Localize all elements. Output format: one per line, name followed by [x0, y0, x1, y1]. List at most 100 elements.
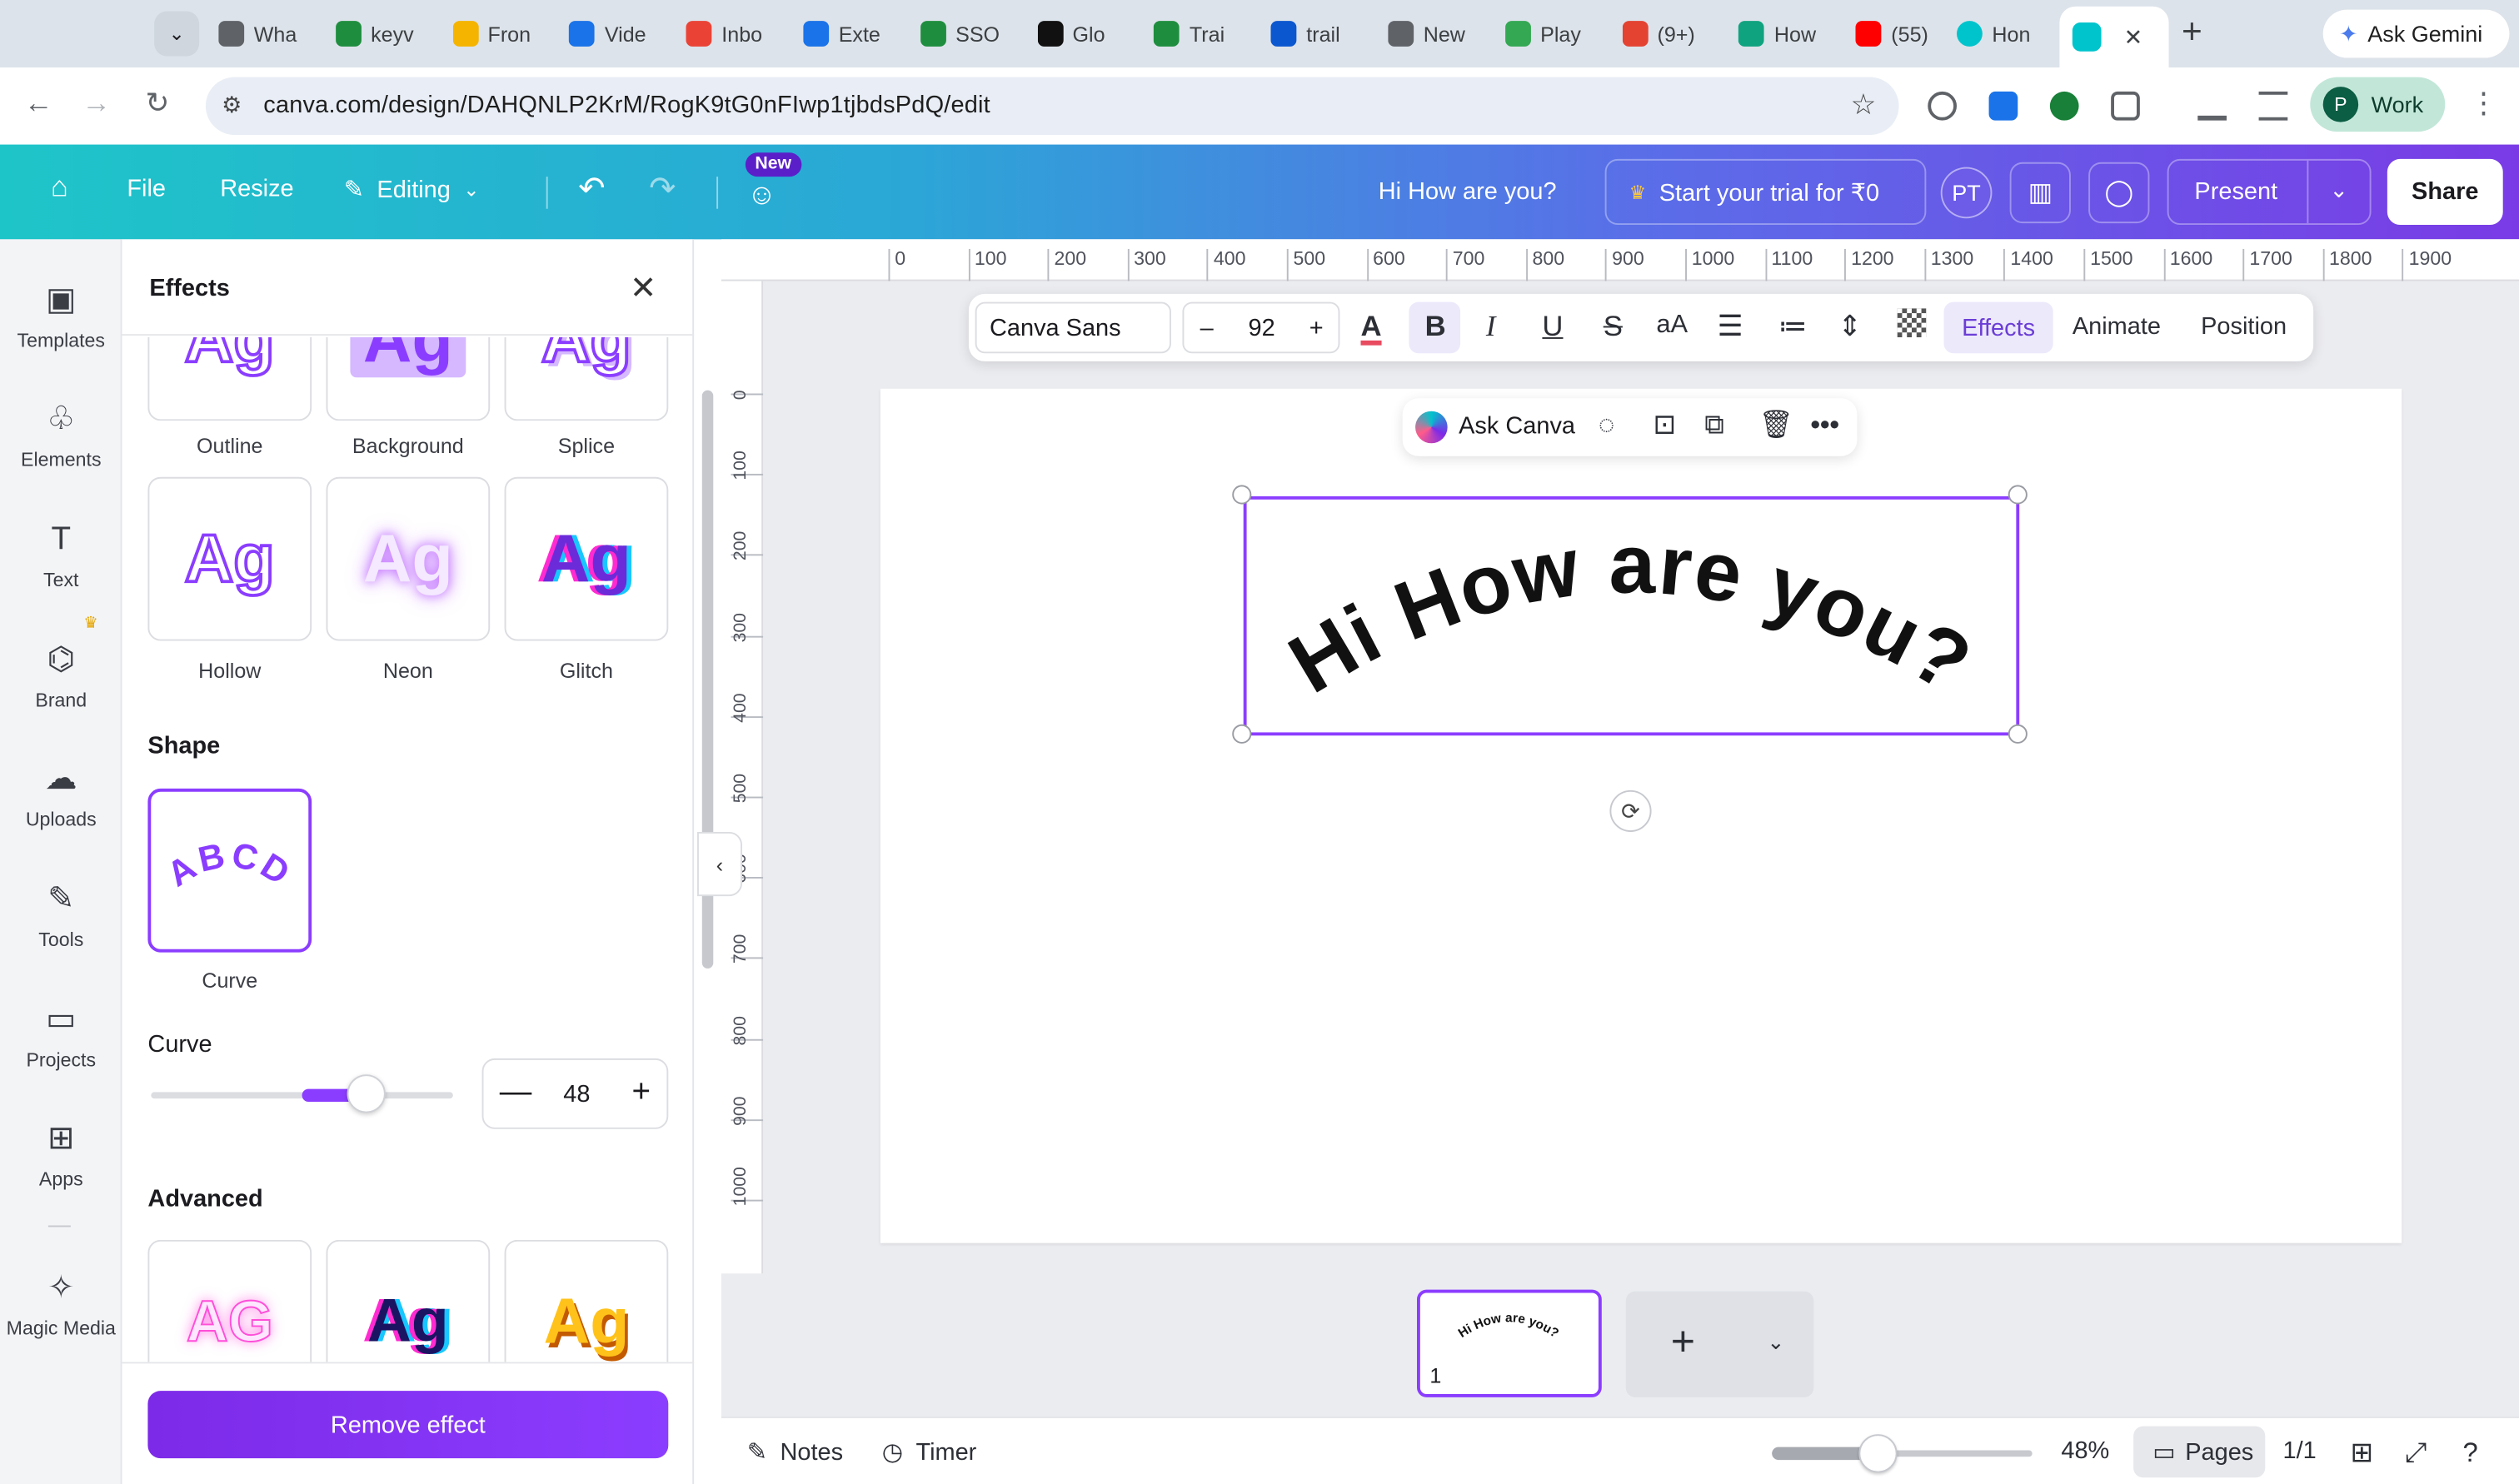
- fullscreen-button[interactable]: ⤢: [2405, 1437, 2427, 1470]
- curve-increment-button[interactable]: +: [632, 1076, 651, 1108]
- effect-neon-card[interactable]: Ag: [326, 476, 491, 641]
- back-button[interactable]: ←: [19, 87, 57, 120]
- rail-item-tools[interactable]: ✎ Tools: [0, 880, 122, 951]
- zoom-slider-handle[interactable]: [1858, 1434, 1898, 1473]
- font-size-increase-button[interactable]: +: [1309, 315, 1324, 342]
- close-tab-icon[interactable]: ✕: [2124, 23, 2143, 51]
- effect-background-card[interactable]: Ag: [326, 336, 491, 421]
- delete-icon[interactable]: 🗑: [1759, 410, 1794, 442]
- resize-button[interactable]: Resize: [220, 175, 293, 202]
- chevron-down-icon[interactable]: ⌄: [1767, 1330, 1784, 1356]
- undo-button[interactable]: ↶: [578, 168, 605, 208]
- curve-slider-handle[interactable]: [347, 1074, 386, 1113]
- animate-button[interactable]: Animate: [2073, 313, 2161, 341]
- browser-tab[interactable]: Hon: [1956, 12, 2047, 54]
- lock-icon[interactable]: ⊡: [1653, 410, 1675, 442]
- resize-handle-top-left[interactable]: [1232, 485, 1252, 505]
- curve-value-input[interactable]: 48: [557, 1081, 596, 1108]
- canva-assistant-button[interactable]: ☺: [747, 178, 776, 212]
- present-button[interactable]: Present ⌄: [2167, 158, 2372, 225]
- browser-menu-icon[interactable]: ⋮: [2464, 87, 2502, 120]
- browser-tab[interactable]: Inbo: [686, 12, 784, 54]
- browser-tab[interactable]: Exte: [803, 12, 900, 54]
- list-button[interactable]: ≔: [1778, 308, 1808, 343]
- font-size-decrease-button[interactable]: –: [1200, 315, 1214, 342]
- extension-snowflake-icon[interactable]: [1988, 91, 2018, 121]
- forward-button[interactable]: →: [77, 87, 116, 120]
- zoom-level[interactable]: 48%: [2061, 1437, 2109, 1465]
- tab-active-canva[interactable]: ✕: [2059, 6, 2169, 67]
- resize-handle-bottom-left[interactable]: [1232, 724, 1252, 744]
- rail-item-elements[interactable]: ♧ Elements: [0, 400, 122, 471]
- pages-button[interactable]: ▭ Pages: [2133, 1426, 2266, 1478]
- ask-gemini-button[interactable]: ✦ Ask Gemini: [2322, 9, 2510, 58]
- underline-button[interactable]: U: [1542, 308, 1563, 343]
- help-button[interactable]: ?: [2462, 1437, 2477, 1470]
- browser-tab[interactable]: Wha: [218, 12, 316, 54]
- font-family-dropdown[interactable]: Canva Sans: [975, 301, 1171, 354]
- add-page-button[interactable]: + ⌄: [1625, 1291, 1814, 1397]
- advanced-neon-card[interactable]: AG: [147, 1239, 312, 1362]
- italic-button[interactable]: I: [1486, 308, 1496, 343]
- extension-green-icon[interactable]: [2049, 91, 2079, 121]
- redo-button[interactable]: ↷: [649, 168, 676, 208]
- duplicate-icon[interactable]: ⧉: [1704, 410, 1723, 442]
- browser-tab[interactable]: New: [1388, 12, 1485, 54]
- effect-outline-card[interactable]: Ag: [147, 336, 312, 421]
- file-menu-button[interactable]: File: [127, 175, 166, 202]
- browser-tab[interactable]: Glo: [1037, 12, 1135, 54]
- browser-tab[interactable]: keyv: [335, 12, 433, 54]
- rail-item-uploads[interactable]: ☁ Uploads: [0, 759, 122, 830]
- effect-hollow-card[interactable]: Ag: [147, 476, 312, 641]
- new-tab-button[interactable]: +: [2182, 13, 2202, 49]
- position-button[interactable]: Position: [2201, 313, 2287, 341]
- bold-button[interactable]: B: [1425, 308, 1446, 343]
- transparency-button[interactable]: [1897, 308, 1927, 345]
- letter-case-button[interactable]: aA: [1656, 308, 1688, 343]
- share-button[interactable]: Share: [2387, 158, 2503, 225]
- collapse-panel-button[interactable]: ‹: [696, 831, 742, 897]
- curve-decrement-button[interactable]: —: [500, 1076, 532, 1108]
- browser-tab[interactable]: How: [1738, 12, 1836, 54]
- browser-tab[interactable]: (9+): [1622, 12, 1719, 54]
- browser-tab[interactable]: Fron: [452, 12, 550, 54]
- url-text[interactable]: canva.com/design/DAHQNLP2KrM/RogK9tG0nFI…: [263, 92, 990, 119]
- timer-button[interactable]: ◷ Timer: [882, 1437, 977, 1467]
- strikethrough-button[interactable]: S: [1604, 308, 1623, 343]
- grid-view-button[interactable]: ⊞: [2350, 1437, 2372, 1470]
- home-button[interactable]: ⌂: [35, 170, 83, 215]
- browser-tab[interactable]: Vide: [569, 12, 666, 54]
- browser-tab[interactable]: trail: [1270, 12, 1369, 54]
- rail-item-text[interactable]: T Text: [0, 520, 122, 591]
- advanced-glitch-card[interactable]: Ag: [326, 1239, 491, 1362]
- resize-handle-bottom-right[interactable]: [2008, 724, 2028, 744]
- user-avatar[interactable]: PT: [1940, 167, 1993, 219]
- rail-item-brand[interactable]: ⌬ Brand: [0, 640, 122, 711]
- media-control-icon[interactable]: [2258, 91, 2288, 121]
- add-comment-icon[interactable]: ◌: [1599, 410, 1614, 442]
- font-size-input[interactable]: 92: [1248, 315, 1274, 342]
- ask-canva-button[interactable]: Ask Canva: [1459, 413, 1575, 441]
- editing-mode-button[interactable]: ✎ Editing ⌄: [344, 175, 480, 204]
- effect-glitch-card[interactable]: Ag: [504, 476, 669, 641]
- start-trial-button[interactable]: ♛ Start your trial for ₹0: [1604, 158, 1927, 225]
- rail-item-projects[interactable]: ▭ Projects: [0, 1000, 122, 1071]
- chevron-down-icon[interactable]: ⌄: [2329, 177, 2348, 204]
- tab-search-button[interactable]: ⌄: [154, 11, 200, 57]
- resize-handle-top-right[interactable]: [2008, 485, 2028, 505]
- browser-tab[interactable]: Play: [1504, 12, 1603, 54]
- rotate-handle[interactable]: ⟳: [1609, 789, 1652, 832]
- reload-button[interactable]: ↻: [138, 87, 177, 120]
- rail-item-magic-media[interactable]: ✧ Magic Media: [0, 1269, 122, 1339]
- remove-effect-button[interactable]: Remove effect: [147, 1391, 669, 1459]
- profile-button[interactable]: P Work: [2310, 77, 2446, 132]
- effect-splice-card[interactable]: Ag: [504, 336, 669, 421]
- advanced-3d-card[interactable]: Ag: [504, 1239, 669, 1362]
- more-options-icon[interactable]: •••: [1810, 410, 1838, 442]
- close-panel-icon[interactable]: ✕: [630, 268, 656, 308]
- extension-lock-icon[interactable]: [1928, 91, 1957, 121]
- insights-button[interactable]: ▥: [2009, 162, 2071, 224]
- browser-tab[interactable]: SSO: [920, 12, 1018, 54]
- address-bar[interactable]: ⚙ canva.com/design/DAHQNLP2KrM/RogK9tG0n…: [205, 77, 1899, 135]
- spacing-button[interactable]: ⇕: [1838, 308, 1862, 343]
